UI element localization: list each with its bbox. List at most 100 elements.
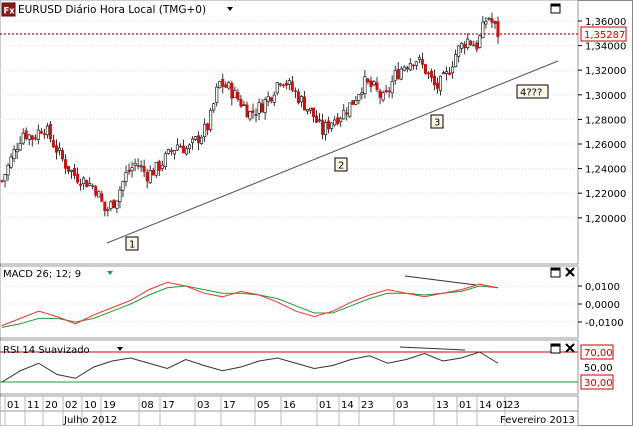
candle-body bbox=[411, 64, 415, 67]
candle-body bbox=[48, 124, 52, 140]
x-tick-label: 16 bbox=[283, 400, 296, 411]
candle-body bbox=[324, 122, 328, 136]
x-tick-label: 14 bbox=[341, 400, 354, 411]
candle-body bbox=[287, 80, 291, 85]
candle-body bbox=[354, 100, 358, 105]
candle-body bbox=[178, 146, 182, 148]
candle-body bbox=[342, 110, 346, 120]
candle-body bbox=[106, 209, 110, 211]
price-tick-label: 1,32000 bbox=[585, 66, 626, 77]
macd-panel: 0,0100 0,0000 -0,0100 MACD 26; 12; 9 bbox=[0, 265, 624, 339]
candle-body bbox=[194, 136, 198, 140]
candle-body bbox=[348, 102, 352, 117]
candle-body bbox=[429, 70, 433, 78]
candle-body bbox=[454, 54, 458, 68]
price-plot-area bbox=[0, 0, 579, 265]
candle-body bbox=[127, 169, 131, 173]
price-tick-label: 1,36000 bbox=[585, 17, 626, 28]
candle-body bbox=[145, 172, 149, 182]
price-tick-label: 1,30000 bbox=[585, 91, 626, 102]
candle-body bbox=[414, 61, 418, 66]
macd-title[interactable]: MACD 26; 12; 9 bbox=[3, 269, 81, 280]
month-label-fevereiro-2013: Fevereiro 2013 bbox=[500, 415, 575, 426]
macd-y-axis: 0,0100 0,0000 -0,0100 bbox=[578, 282, 624, 329]
candle-body bbox=[33, 137, 37, 140]
candle-body bbox=[475, 42, 479, 50]
candle-body bbox=[445, 71, 449, 74]
candle-body bbox=[148, 170, 152, 184]
candle-body bbox=[375, 82, 379, 90]
candle-body bbox=[60, 150, 64, 160]
candle-body bbox=[121, 181, 125, 191]
candle-body bbox=[91, 185, 95, 187]
x-tick-label: 08 bbox=[141, 400, 154, 411]
candle-body bbox=[266, 96, 270, 102]
price-tick-label: 1,34000 bbox=[585, 42, 626, 53]
candle-body bbox=[154, 161, 158, 176]
candle-body bbox=[209, 110, 213, 130]
x-tick-label: 02 bbox=[65, 400, 78, 411]
price-tick-label: 1,22000 bbox=[585, 189, 626, 200]
candle-body bbox=[224, 84, 228, 88]
candle-body bbox=[490, 18, 494, 23]
x-tick-label: 01 bbox=[459, 400, 472, 411]
candle-body bbox=[70, 169, 74, 172]
candle-body bbox=[351, 100, 355, 105]
candle-body bbox=[27, 134, 31, 140]
candle-body bbox=[118, 189, 122, 202]
candle-body bbox=[76, 173, 80, 183]
candle-body bbox=[384, 90, 388, 93]
candle-body bbox=[184, 148, 188, 155]
candle-body bbox=[6, 164, 10, 176]
candle-body bbox=[466, 38, 470, 48]
candle-body bbox=[21, 132, 25, 144]
candle-body bbox=[100, 193, 104, 202]
candle-body bbox=[417, 57, 421, 60]
candle-body bbox=[369, 80, 373, 88]
candle-body bbox=[396, 69, 400, 80]
candle-body bbox=[393, 70, 397, 81]
candle-body bbox=[281, 84, 285, 87]
candle-body bbox=[166, 148, 170, 154]
candle-body bbox=[64, 159, 68, 169]
x-tick-label: 01 bbox=[496, 400, 509, 411]
candle-body bbox=[142, 165, 146, 173]
x-tick-label: 10 bbox=[84, 400, 97, 411]
candle-body bbox=[233, 90, 237, 99]
candle-body bbox=[3, 174, 7, 182]
candle-body bbox=[151, 169, 155, 176]
candle-body bbox=[136, 165, 140, 167]
rsi-title[interactable]: RSI 14 Suavizado bbox=[3, 345, 90, 356]
candle-body bbox=[278, 83, 282, 86]
candle-body bbox=[469, 40, 473, 46]
x-tick-label: 03 bbox=[396, 400, 409, 411]
candle-body bbox=[321, 120, 325, 135]
candle-body bbox=[227, 82, 231, 89]
candle-body bbox=[263, 99, 267, 114]
candle-body bbox=[312, 107, 316, 118]
x-tick-label: 05 bbox=[257, 400, 270, 411]
candle-body bbox=[305, 109, 309, 112]
candle-body bbox=[57, 147, 61, 151]
candle-body bbox=[290, 81, 294, 91]
price-y-axis: 1,36000 1,34000 1,32000 1,30000 1,28000 1,260… bbox=[578, 17, 626, 225]
candle-body bbox=[478, 35, 482, 48]
candle-body bbox=[67, 165, 71, 172]
candle-body bbox=[345, 112, 349, 115]
candle-body bbox=[245, 104, 249, 118]
x-tick-label: 19 bbox=[103, 400, 116, 411]
candle-body bbox=[24, 130, 28, 139]
macd-tick-label: 0,0100 bbox=[585, 282, 620, 293]
candle-body bbox=[197, 135, 201, 144]
candle-body bbox=[42, 133, 46, 136]
price-panel-title[interactable]: EURUSD Diário Hora Local (TMG+0) bbox=[18, 4, 206, 16]
candle-body bbox=[0, 180, 4, 182]
candle-body bbox=[200, 136, 204, 144]
current-price-label: 1,35287 bbox=[584, 30, 625, 41]
candle-body bbox=[97, 191, 101, 198]
candle-body bbox=[215, 86, 219, 103]
candle-body bbox=[251, 110, 255, 113]
rsi-panel: RSI 14 Suavizado 70,00 50,00 30,00 bbox=[0, 339, 614, 395]
rsi-high-label: 70,00 bbox=[584, 348, 613, 359]
x-tick-label: 20 bbox=[45, 400, 58, 411]
